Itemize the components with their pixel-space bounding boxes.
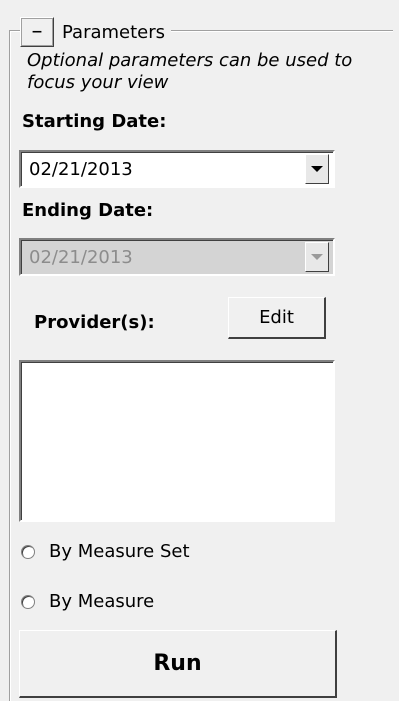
starting-date-dropdown[interactable]: 02/21/2013 <box>19 150 335 188</box>
by-measure-set-option[interactable]: By Measure Set <box>21 541 190 562</box>
dropdown-arrow-icon <box>311 254 323 260</box>
parameters-description: Optional parameters can be used to focus… <box>27 50 353 93</box>
parameters-group-header: – Parameters <box>20 15 172 49</box>
ending-date-label: Ending Date: <box>22 200 154 221</box>
edit-button-label: Edit <box>259 307 294 328</box>
providers-label: Provider(s): <box>34 312 155 333</box>
ending-date-dropdown-button <box>305 242 329 272</box>
by-measure-option[interactable]: By Measure <box>21 591 154 612</box>
parameters-title: Parameters <box>62 21 166 43</box>
dropdown-arrow-icon <box>311 166 323 172</box>
by-measure-label: By Measure <box>49 591 155 612</box>
run-button-label: Run <box>153 651 202 676</box>
by-measure-set-label: By Measure Set <box>49 541 190 562</box>
edit-providers-button[interactable]: Edit <box>228 297 326 339</box>
starting-date-label: Starting Date: <box>22 111 167 132</box>
radio-icon[interactable] <box>21 544 35 559</box>
radio-icon[interactable] <box>21 594 35 609</box>
starting-date-value: 02/21/2013 <box>29 158 133 180</box>
starting-date-dropdown-button[interactable] <box>305 154 329 184</box>
ending-date-value: 02/21/2013 <box>29 246 133 268</box>
collapse-icon: – <box>31 19 43 44</box>
run-button[interactable]: Run <box>19 630 337 698</box>
providers-listbox[interactable] <box>19 360 335 522</box>
ending-date-dropdown: 02/21/2013 <box>19 238 335 276</box>
collapse-toggle-button[interactable]: – <box>20 17 54 47</box>
